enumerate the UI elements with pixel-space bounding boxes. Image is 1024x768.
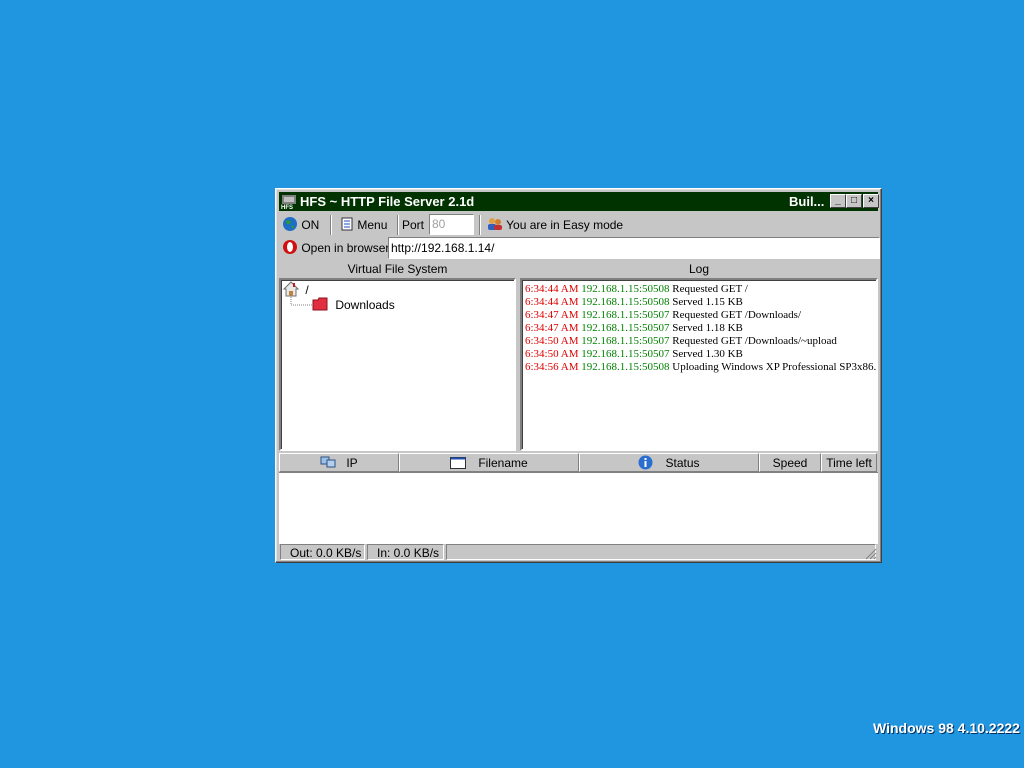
window-title-status: Buil... — [789, 194, 825, 209]
vfs-tree[interactable]: / Downloads — [279, 278, 516, 451]
log-message: Uploading Windows XP Professional SP3x86… — [672, 361, 878, 373]
column-time-left-label: Time left — [826, 456, 872, 470]
column-speed[interactable]: Speed — [759, 453, 821, 472]
close-icon: × — [868, 195, 874, 206]
menu-button[interactable]: Menu — [340, 215, 387, 235]
column-ip[interactable]: IP — [279, 453, 399, 472]
close-button[interactable]: × — [863, 194, 879, 208]
column-filename[interactable]: Filename — [399, 453, 579, 472]
column-filename-label: Filename — [478, 456, 528, 470]
log-message: Requested GET /Downloads/~upload — [672, 335, 837, 347]
globe-icon — [283, 217, 297, 231]
column-speed-label: Speed — [772, 456, 808, 470]
toolbar-separator — [479, 215, 481, 235]
network-icon — [320, 456, 336, 468]
column-status-label: Status — [665, 456, 700, 470]
status-in: In: 0.0 KB/s — [367, 544, 444, 560]
status-out: Out: 0.0 KB/s — [280, 544, 365, 560]
transfer-list[interactable] — [279, 472, 878, 544]
log-message: Served 1.30 KB — [672, 348, 743, 360]
column-ip-label: IP — [346, 456, 358, 470]
toolbar-separator — [397, 215, 399, 235]
log-ip: 192.168.1.15:50508 — [581, 361, 670, 373]
folder-icon — [312, 297, 328, 311]
log-header: Log — [688, 262, 710, 276]
log-time: 6:34:50 AM — [525, 335, 579, 347]
vfs-header: Virtual File System — [347, 262, 448, 276]
port-input[interactable]: 80 — [429, 214, 474, 235]
file-icon — [450, 457, 467, 469]
log-entry: 6:34:44 AM 192.168.1.15:50508 Requested … — [525, 283, 876, 296]
hfs-window: HFS HFS ~ HTTP File Server 2.1d Buil... … — [275, 188, 882, 563]
log-time: 6:34:44 AM — [525, 283, 579, 295]
log-time: 6:34:47 AM — [525, 322, 579, 334]
column-time-left[interactable]: Time left — [821, 453, 877, 472]
toolbar: ON Menu Port 80 You are in Easy mode — [279, 213, 878, 237]
title-bar[interactable]: HFS HFS ~ HTTP File Server 2.1d Buil... … — [279, 192, 879, 211]
log-pane[interactable]: 6:34:44 AM 192.168.1.15:50508 Requested … — [520, 278, 878, 451]
toolbar-separator — [330, 215, 332, 235]
os-version-watermark: Windows 98 4.10.2222 — [873, 720, 1020, 736]
mode-button[interactable]: You are in Easy mode — [487, 215, 623, 235]
window-title: HFS ~ HTTP File Server 2.1d — [300, 194, 475, 209]
url-bar: Open in browser http://192.168.1.14/ — [279, 237, 880, 259]
log-message: Served 1.15 KB — [672, 296, 743, 308]
status-extra — [446, 544, 876, 560]
log-ip: 192.168.1.15:50507 — [581, 335, 670, 347]
log-ip: 192.168.1.15:50507 — [581, 309, 670, 321]
log-time: 6:34:50 AM — [525, 348, 579, 360]
log-ip: 192.168.1.15:50508 — [581, 283, 670, 295]
column-status[interactable]: Status — [579, 453, 759, 472]
minimize-icon: _ — [835, 195, 841, 206]
log-entry: 6:34:50 AM 192.168.1.15:50507 Requested … — [525, 335, 876, 348]
transfer-columns: IP Filename Status Speed Time left — [279, 453, 878, 472]
resize-grip-icon[interactable] — [865, 548, 877, 560]
on-button[interactable]: ON — [282, 215, 319, 235]
menu-label: Menu — [357, 218, 388, 232]
port-label: Port — [402, 218, 425, 232]
mode-label: You are in Easy mode — [506, 218, 624, 232]
menu-icon — [341, 217, 353, 231]
url-field[interactable]: http://192.168.1.14/ — [388, 237, 880, 259]
log-entry: 6:34:50 AM 192.168.1.15:50507 Served 1.3… — [525, 348, 876, 361]
log-entry: 6:34:47 AM 192.168.1.15:50507 Requested … — [525, 309, 876, 322]
log-entry: 6:34:56 AM 192.168.1.15:50508 Uploading … — [525, 361, 876, 374]
log-entry: 6:34:47 AM 192.168.1.15:50507 Served 1.1… — [525, 322, 876, 335]
vfs-folder-item[interactable]: Downloads — [312, 297, 395, 313]
log-ip: 192.168.1.15:50508 — [581, 296, 670, 308]
hfs-app-icon: HFS — [281, 195, 296, 210]
log-message: Served 1.18 KB — [672, 322, 743, 334]
log-time: 6:34:44 AM — [525, 296, 579, 308]
log-message: Requested GET /Downloads/ — [672, 309, 802, 321]
on-label: ON — [301, 218, 320, 232]
maximize-button[interactable]: □ — [846, 194, 862, 208]
minimize-button[interactable]: _ — [830, 194, 846, 208]
log-time: 6:34:47 AM — [525, 309, 579, 321]
svg-text:HFS: HFS — [281, 205, 293, 210]
vfs-folder-label: Downloads — [335, 298, 395, 312]
log-entry: 6:34:44 AM 192.168.1.15:50508 Served 1.1… — [525, 296, 876, 309]
log-ip: 192.168.1.15:50507 — [581, 322, 670, 334]
maximize-icon: □ — [850, 195, 858, 206]
log-ip: 192.168.1.15:50507 — [581, 348, 670, 360]
log-message: Requested GET / — [672, 283, 748, 295]
info-icon — [638, 455, 653, 470]
open-in-browser-label: Open in browser — [301, 241, 390, 255]
log-time: 6:34:56 AM — [525, 361, 579, 373]
users-icon — [488, 218, 502, 230]
opera-icon — [283, 240, 297, 254]
open-in-browser-button[interactable]: Open in browser — [282, 237, 389, 259]
status-bar: Out: 0.0 KB/s In: 0.0 KB/s — [279, 543, 878, 561]
